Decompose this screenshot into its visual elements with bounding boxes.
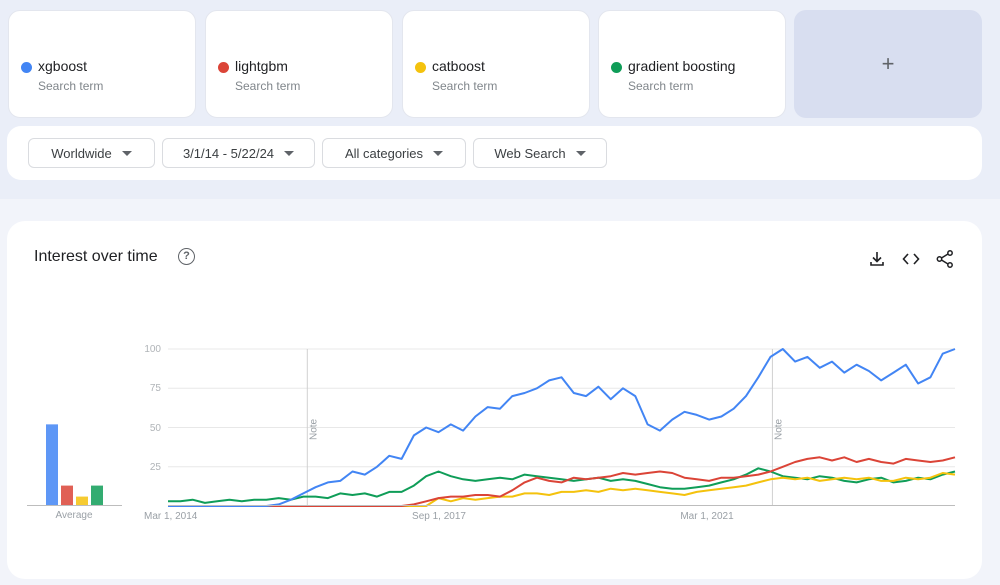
x-tick-label: Mar 1, 2014 — [144, 511, 198, 522]
x-tick-label: Mar 1, 2021 — [680, 511, 734, 522]
average-label: Average — [55, 510, 93, 521]
average-bar-xgboost[interactable] — [46, 424, 58, 506]
y-tick-label: 75 — [150, 383, 162, 394]
x-tick-label: Sep 1, 2017 — [412, 511, 466, 522]
note-annotation[interactable]: Note — [308, 418, 319, 440]
series-line-gradient-boosting[interactable] — [168, 467, 956, 504]
average-bar-chart — [46, 424, 103, 506]
average-bar-catboost[interactable] — [76, 496, 88, 506]
y-tick-label: 25 — [150, 462, 162, 473]
note-annotation[interactable]: Note — [773, 418, 784, 440]
y-tick-label: 100 — [144, 344, 161, 355]
interest-chart: Average 100 75 50 25 Note Note Mar 1, 201… — [27, 344, 956, 522]
average-bar-gradient-boosting[interactable] — [91, 485, 103, 506]
average-bar-lightgbm[interactable] — [61, 485, 73, 506]
y-tick-label: 50 — [150, 423, 162, 434]
